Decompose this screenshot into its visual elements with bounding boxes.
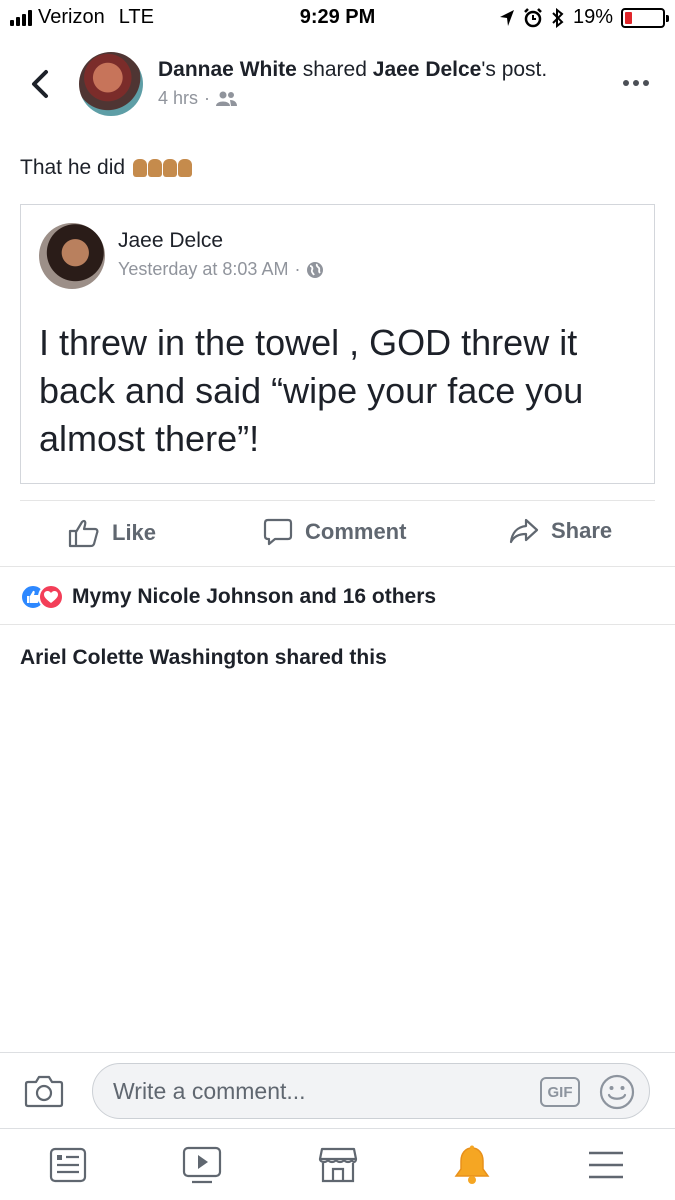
gif-button[interactable]: GIF: [540, 1077, 580, 1107]
post-time[interactable]: 4 hrs: [158, 88, 198, 109]
reactions-text: Mymy Nicole Johnson and 16 others: [72, 585, 437, 608]
raising-hands-emoji: [133, 159, 193, 177]
bluetooth-icon: [552, 7, 564, 28]
author-avatar[interactable]: [79, 52, 143, 116]
marketplace-icon[interactable]: [318, 1145, 358, 1185]
watch-icon[interactable]: [182, 1145, 222, 1185]
camera-icon[interactable]: [24, 1073, 64, 1109]
share-label: Share: [551, 518, 613, 543]
more-options-icon[interactable]: [623, 80, 649, 86]
action-bar: Like Comment Share: [0, 502, 675, 566]
shared-author-avatar[interactable]: [39, 223, 105, 289]
meta-separator: ·: [204, 88, 211, 108]
love-reaction-icon: [38, 584, 64, 610]
share-button[interactable]: Share: [509, 518, 612, 544]
shared-by-text[interactable]: Ariel Colette Washington shared this: [20, 646, 387, 670]
shared-meta-separator: ·: [294, 259, 301, 279]
like-button[interactable]: Like: [68, 518, 156, 548]
shared-post-body: I threw in the towel , GOD threw it back…: [39, 322, 584, 459]
globe-icon: [307, 261, 324, 278]
comment-icon: [263, 518, 293, 546]
action-text: shared: [302, 58, 367, 81]
post-text: That he did: [20, 156, 193, 180]
shared-post-time[interactable]: Yesterday at 8:03 AM: [118, 259, 288, 280]
divider: [20, 500, 655, 501]
comment-label: Comment: [305, 519, 407, 544]
shared-from-name[interactable]: Jaee Delce: [373, 58, 482, 81]
thumbs-up-icon: [68, 519, 99, 548]
reactions-summary[interactable]: Mymy Nicole Johnson and 16 others: [20, 584, 436, 610]
bottom-nav: [0, 1128, 675, 1200]
notifications-icon[interactable]: [452, 1145, 492, 1185]
header-meta: 4 hrs ·: [158, 88, 238, 109]
divider: [0, 624, 675, 625]
battery-percent: 19%: [572, 6, 613, 28]
post-header: Dannae White shared Jaee Delce's post. 4…: [0, 44, 675, 128]
shared-author-name[interactable]: Jaee Delce: [118, 229, 223, 253]
menu-icon[interactable]: [586, 1145, 626, 1185]
back-icon[interactable]: [26, 66, 56, 102]
comment-bar: Write a comment... GIF: [0, 1052, 675, 1128]
comment-input[interactable]: Write a comment... GIF: [92, 1063, 650, 1119]
shared-post-card[interactable]: Jaee Delce Yesterday at 8:03 AM · I thre…: [20, 204, 655, 484]
share-icon: [509, 518, 539, 544]
author-name[interactable]: Dannae White: [158, 58, 297, 81]
suffix-text: 's post.: [481, 58, 548, 81]
shared-post-meta: Yesterday at 8:03 AM ·: [118, 259, 324, 280]
status-bar: Verizon LTE 9:29 PM 19%: [0, 0, 675, 36]
post-text-label: That he did: [20, 156, 126, 179]
friends-icon: [216, 91, 238, 106]
header-title: Dannae White shared Jaee Delce's post.: [158, 58, 547, 82]
location-icon: [499, 9, 514, 26]
news-feed-icon[interactable]: [48, 1145, 88, 1185]
comment-button[interactable]: Comment: [263, 518, 406, 546]
battery-icon: [621, 7, 669, 28]
like-label: Like: [112, 520, 157, 545]
alarm-icon: [524, 7, 542, 27]
divider: [0, 566, 675, 567]
emoji-icon[interactable]: [599, 1074, 635, 1110]
comment-placeholder: Write a comment...: [113, 1078, 306, 1104]
